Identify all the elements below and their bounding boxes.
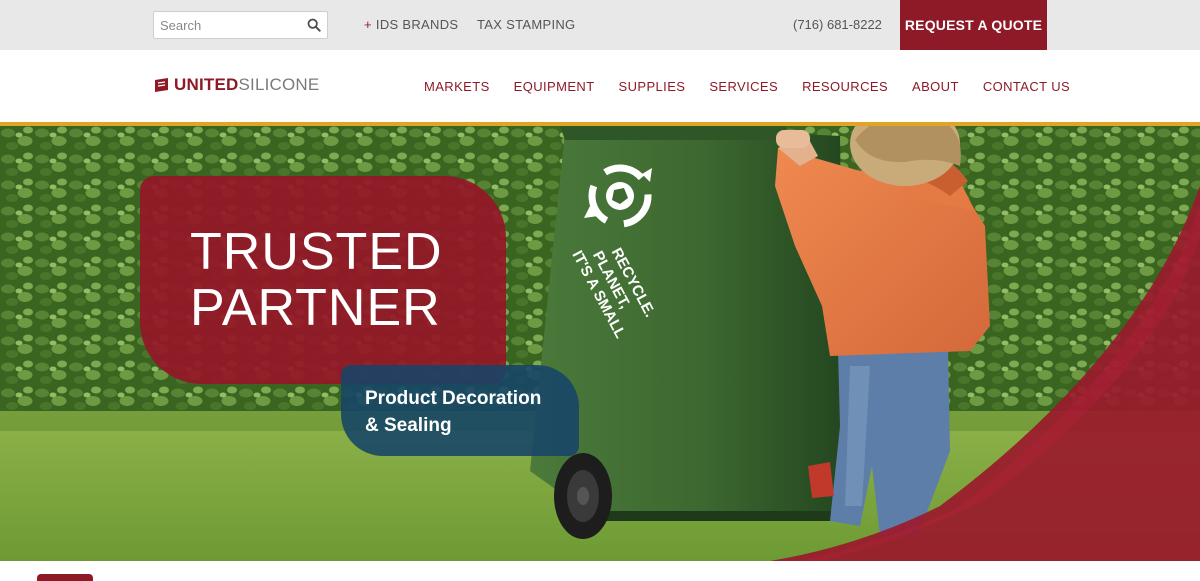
content-area-top: [0, 561, 1200, 581]
hero-headline: TRUSTED PARTNER: [190, 224, 443, 336]
nav-item-services[interactable]: SERVICES: [709, 79, 778, 94]
subheadline-line1: Product Decoration: [365, 388, 542, 409]
main-header: UNITEDSILICONE MARKETS EQUIPMENT SUPPLIE…: [0, 50, 1200, 123]
search-box: [153, 11, 328, 39]
subheadline-box[interactable]: Product Decoration & Sealing: [341, 365, 579, 456]
nav-item-equipment[interactable]: EQUIPMENT: [514, 79, 595, 94]
logo-text-silicone: SILICONE: [238, 75, 320, 94]
nav-item-markets[interactable]: MARKETS: [424, 79, 490, 94]
headline-box: TRUSTED PARTNER: [140, 176, 506, 384]
logo-text-united: UNITED: [174, 75, 239, 94]
search-icon[interactable]: [307, 18, 321, 32]
nav-item-supplies[interactable]: SUPPLIES: [619, 79, 686, 94]
logo-text: UNITEDSILICONE: [174, 75, 319, 95]
bin-wheel: [554, 453, 612, 539]
logo-mark-icon: [155, 78, 168, 92]
utility-bar: +IDS BRANDS TAX STAMPING (716) 681-8222 …: [0, 0, 1200, 50]
request-quote-button[interactable]: REQUEST A QUOTE: [900, 0, 1047, 50]
ids-brands-link[interactable]: + IDS BRANDS: [364, 17, 458, 32]
ids-brands-label: IDS BRANDS: [375, 17, 459, 32]
nav-item-resources[interactable]: RESOURCES: [802, 79, 888, 94]
hero-banner: IT'S A SMALL PLANET, RECYCLE. TRUSTED PA…: [0, 126, 1200, 561]
phone-number[interactable]: (716) 681-8222: [793, 17, 882, 32]
nav-item-contact-us[interactable]: CONTACT US: [983, 79, 1070, 94]
search-input[interactable]: [154, 12, 302, 38]
nav-item-about[interactable]: ABOUT: [912, 79, 959, 94]
subheadline-line2: & Sealing: [365, 415, 452, 436]
main-nav: MARKETS EQUIPMENT SUPPLIES SERVICES RESO…: [424, 79, 1070, 94]
headline-line1: TRUSTED: [190, 223, 443, 281]
plus-icon: +: [364, 17, 372, 32]
united-silicone-logo[interactable]: UNITEDSILICONE: [153, 75, 319, 95]
section-tab: [37, 574, 93, 581]
headline-line2: PARTNER: [190, 279, 441, 337]
tax-stamping-link[interactable]: TAX STAMPING: [477, 17, 575, 32]
hero-subheadline: Product Decoration & Sealing: [365, 385, 541, 439]
